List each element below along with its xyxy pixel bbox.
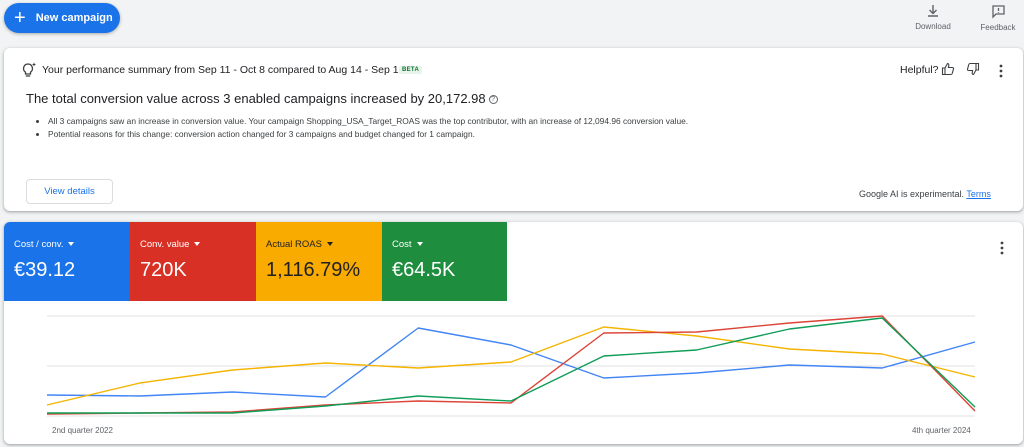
chart-more-options-icon[interactable] — [999, 241, 1005, 255]
metric-value: €64.5K — [392, 259, 456, 281]
plus-icon: + — [14, 7, 26, 29]
headline-text: The total conversion value across 3 enab… — [26, 91, 486, 106]
help-icon[interactable]: ? — [488, 95, 498, 104]
summary-bullet: All 3 campaigns saw an increase in conve… — [48, 115, 688, 128]
line-chart — [46, 315, 976, 417]
summary-more-options-icon[interactable] — [998, 64, 1004, 78]
new-campaign-button[interactable]: + New campaign — [4, 3, 120, 33]
ai-disclaimer: Google AI is experimental. Terms — [859, 189, 991, 199]
lightbulb-icon — [22, 62, 36, 77]
thumbs-down-icon[interactable] — [966, 62, 980, 76]
summary-heading: Your performance summary from Sep 11 - O… — [42, 64, 405, 76]
x-axis-start-label: 2nd quarter 2022 — [52, 426, 113, 435]
metric-label: Actual ROAS — [266, 239, 333, 250]
summary-bullet: Potential reasons for this change: conve… — [48, 128, 688, 141]
metric-tile-conv-value[interactable]: Conv. value 720K — [130, 222, 256, 301]
chart-series — [46, 315, 976, 415]
new-campaign-label: New campaign — [35, 12, 113, 24]
metric-label: Conv. value — [140, 239, 200, 250]
x-axis-end-label: 4th quarter 2024 — [912, 426, 971, 435]
metric-tile-cost-per-conv[interactable]: Cost / conv. €39.12 — [4, 222, 130, 301]
download-label: Download — [915, 22, 951, 31]
performance-chart-card: Cost / conv. €39.12 Conv. value 720K Act… — [4, 222, 1023, 444]
performance-summary-card: Your performance summary from Sep 11 - O… — [4, 48, 1023, 211]
feedback-icon — [991, 5, 1005, 19]
metric-value: €39.12 — [14, 259, 76, 281]
terms-link[interactable]: Terms — [966, 189, 991, 199]
metric-label: Cost — [392, 239, 423, 250]
download-icon — [928, 5, 938, 17]
summary-bullets: All 3 campaigns saw an increase in conve… — [48, 115, 688, 141]
metric-label: Cost / conv. — [14, 239, 74, 250]
helpful-label: Helpful? — [900, 64, 939, 76]
view-details-button[interactable]: View details — [26, 179, 113, 204]
metric-tile-cost[interactable]: Cost €64.5K — [382, 222, 507, 301]
feedback-button[interactable]: Feedback — [976, 4, 1020, 32]
ai-disclaimer-text: Google AI is experimental. — [859, 189, 965, 199]
thumbs-up-icon[interactable] — [941, 62, 955, 76]
series-line-2 — [46, 315, 976, 415]
feedback-label: Feedback — [980, 23, 1016, 32]
beta-badge: BETA — [399, 66, 423, 74]
metric-tile-actual-roas[interactable]: Actual ROAS 1,116.79% — [256, 222, 382, 301]
metric-value: 720K — [140, 259, 187, 281]
metric-value: 1,116.79% — [266, 259, 361, 281]
download-button[interactable]: Download — [912, 4, 954, 31]
summary-headline: The total conversion value across 3 enab… — [26, 91, 498, 106]
